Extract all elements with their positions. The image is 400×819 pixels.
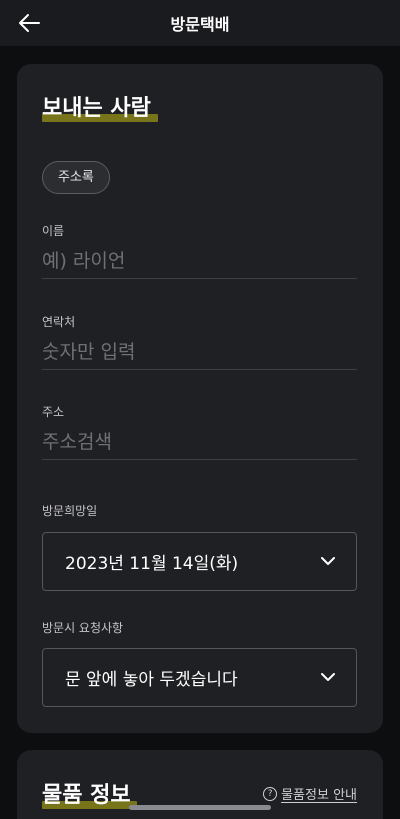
chevron-down-icon	[320, 554, 336, 570]
item-info-link[interactable]: ? 물품정보 안내	[263, 784, 357, 803]
back-button[interactable]	[14, 9, 44, 37]
address-search-input[interactable]	[42, 430, 357, 460]
address-label: 주소	[42, 405, 65, 419]
visit-request-value: 문 앞에 놓아 두겠습니다	[65, 670, 238, 690]
item-section-title: 물품 정보	[42, 783, 131, 808]
phone-input[interactable]	[42, 340, 357, 370]
question-circle-icon: ?	[263, 786, 278, 801]
visit-date-select[interactable]: 2023년 11월 14일(화)	[42, 532, 357, 591]
visit-date-label: 방문희망일	[42, 504, 98, 518]
visit-date-value: 2023년 11월 14일(화)	[65, 554, 239, 574]
sender-section-title: 보내는 사람	[42, 96, 151, 121]
address-book-button[interactable]: 주소록	[42, 161, 110, 194]
chevron-down-icon	[320, 670, 336, 686]
name-input[interactable]	[42, 249, 357, 279]
item-info-link-label: 물품정보 안내	[281, 788, 357, 803]
visit-request-label: 방문시 요청사항	[42, 621, 124, 635]
name-label: 이름	[42, 224, 65, 238]
home-indicator	[129, 805, 271, 810]
page-title: 방문택배	[170, 15, 230, 34]
app-header: 방문택배	[0, 0, 400, 46]
arrow-left-icon	[19, 14, 40, 32]
visit-request-select[interactable]: 문 앞에 놓아 두겠습니다	[42, 648, 357, 707]
phone-label: 연락처	[42, 315, 76, 329]
sender-card: 보내는 사람 주소록 이름 연락처 주소 방문희망일 2023년 11월 14일…	[17, 64, 383, 733]
